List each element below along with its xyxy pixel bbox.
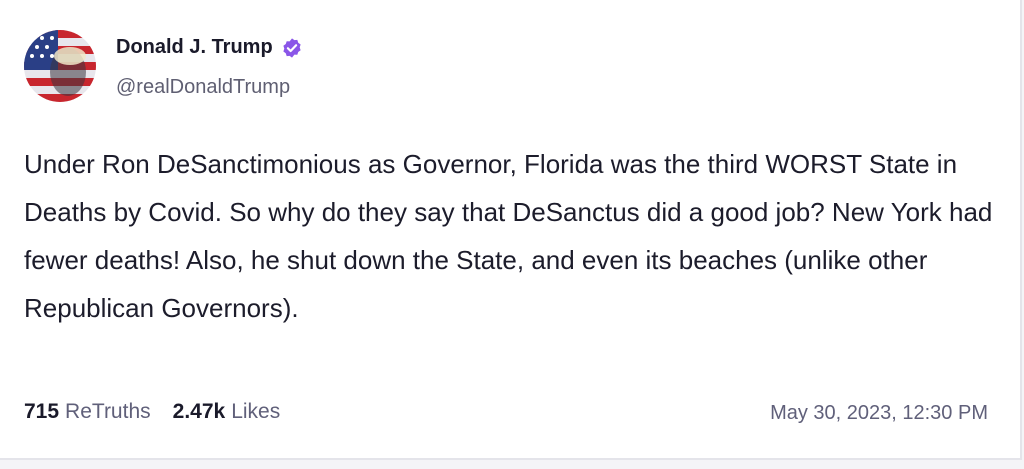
display-name[interactable]: Donald J. Trump [116, 36, 273, 59]
post-card: Donald J. Trump @realDonaldTrump Under R… [0, 0, 1022, 460]
likes-count: 2.47k [172, 400, 226, 423]
likes-label: Likes [231, 400, 281, 423]
retruths-stat[interactable]: 715 ReTruths [24, 400, 151, 424]
avatar[interactable] [24, 30, 96, 102]
likes-stat[interactable]: 2.47k Likes [173, 400, 281, 424]
retruths-label: ReTruths [65, 400, 151, 423]
verified-badge-icon [283, 37, 301, 58]
retruths-count: 715 [24, 400, 60, 423]
post-text: Under Ron DeSanctimonious as Governor, F… [24, 149, 993, 323]
avatar-image [24, 30, 96, 102]
author-name-row: Donald J. Trump [116, 36, 303, 59]
post-timestamp[interactable]: May 30, 2023, 12:30 PM [770, 402, 988, 425]
author-handle[interactable]: @realDonaldTrump [116, 76, 290, 99]
post-stats: 715 ReTruths 2.47k Likes [24, 400, 280, 424]
